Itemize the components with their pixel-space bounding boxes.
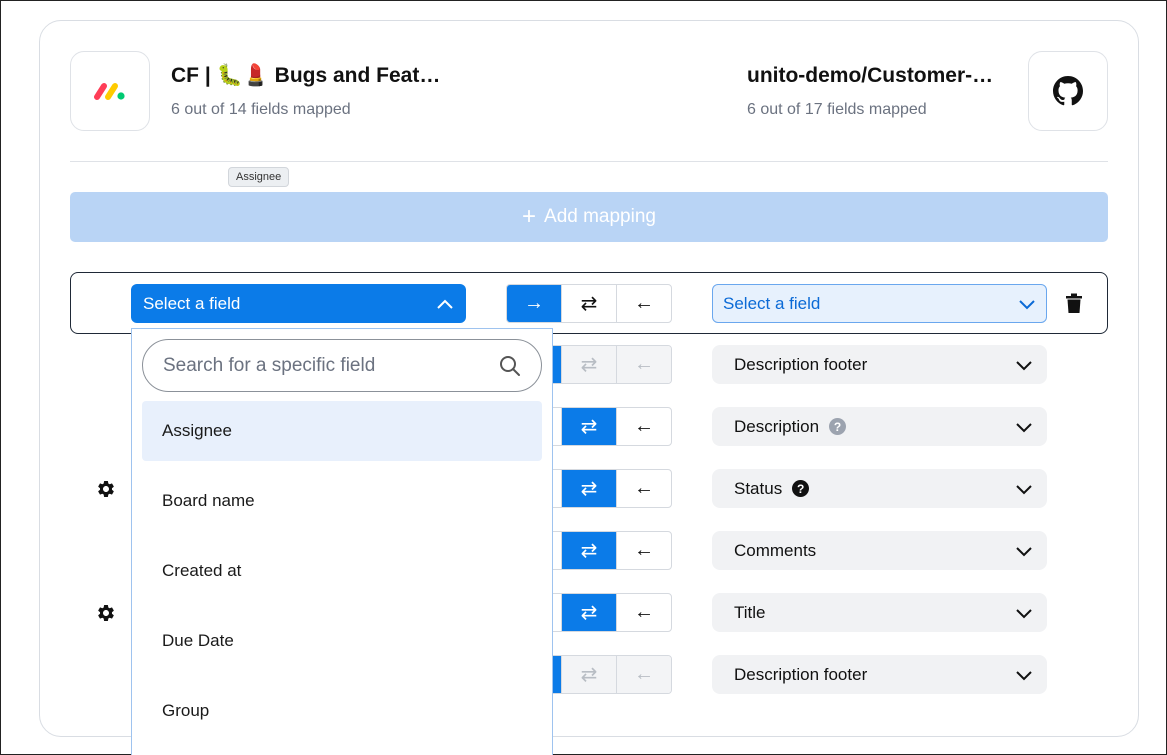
active-direction-toggle: → ⇄ ← xyxy=(506,284,672,323)
dropdown-option[interactable]: Created at xyxy=(142,541,542,601)
arrow-both-button[interactable]: ⇄ xyxy=(561,594,616,631)
arrow-left-button[interactable]: ← xyxy=(616,594,671,631)
right-field-select[interactable]: Comments xyxy=(712,531,1047,570)
right-field-label: Description xyxy=(734,416,820,436)
tooltip: Assignee xyxy=(228,167,290,187)
add-mapping-button[interactable]: + Add mapping xyxy=(70,192,1108,242)
arrow-both-button[interactable]: ⇄ xyxy=(561,532,616,569)
arrow-left-button[interactable]: ← xyxy=(616,285,671,322)
right-field-label: Status xyxy=(734,478,783,498)
search-box xyxy=(142,339,542,392)
left-field-select[interactable]: Select a field xyxy=(131,284,466,323)
right-field-select-label: Select a field xyxy=(723,293,821,313)
arrow-right-button[interactable]: → xyxy=(507,285,561,322)
dropdown-option[interactable]: Group xyxy=(142,681,542,741)
arrow-left-button[interactable]: ← xyxy=(616,656,671,693)
header-divider xyxy=(70,161,1108,162)
right-field-select[interactable]: Select a field xyxy=(712,284,1047,323)
search-input[interactable] xyxy=(163,354,483,377)
arrow-left-button[interactable]: ← xyxy=(616,532,671,569)
chevron-down-icon xyxy=(1016,546,1032,556)
left-service-title: CF | 🐛💄 Bugs and Feat… xyxy=(171,64,441,87)
chevron-down-icon xyxy=(1016,670,1032,680)
field-dropdown: Assignee Board name Created at Due Date … xyxy=(131,328,553,755)
arrow-both-button[interactable]: ⇄ xyxy=(561,346,616,383)
arrow-left-button[interactable]: ← xyxy=(616,408,671,445)
arrow-left-button[interactable]: ← xyxy=(616,346,671,383)
trash-icon[interactable] xyxy=(1063,292,1085,314)
right-field-label: Title xyxy=(734,602,766,622)
right-field-select[interactable]: Description footer xyxy=(712,655,1047,694)
arrow-both-button[interactable]: ⇄ xyxy=(561,285,616,322)
chevron-down-icon xyxy=(1016,360,1032,370)
help-icon[interactable]: ? xyxy=(792,480,810,497)
chevron-down-icon xyxy=(1016,422,1032,432)
search-icon xyxy=(500,355,520,376)
right-field-select[interactable]: Status? xyxy=(712,469,1047,508)
right-field-label: Comments xyxy=(734,540,817,560)
arrow-left-button[interactable]: ← xyxy=(616,470,671,507)
gear-icon[interactable] xyxy=(95,478,117,500)
help-icon[interactable]: ? xyxy=(829,418,847,435)
right-service-title: unito-demo/Customer-… xyxy=(747,64,994,87)
right-field-select[interactable]: Description footer xyxy=(712,345,1047,384)
arrow-both-button[interactable]: ⇄ xyxy=(561,470,616,507)
chevron-down-icon xyxy=(1019,299,1035,309)
gear-icon[interactable] xyxy=(95,602,117,624)
right-field-label: Description footer xyxy=(734,354,868,374)
right-field-label: Description footer xyxy=(734,664,868,684)
arrow-both-button[interactable]: ⇄ xyxy=(561,656,616,693)
right-field-select[interactable]: Title xyxy=(712,593,1047,632)
right-service-subtitle: 6 out of 17 fields mapped xyxy=(747,101,927,118)
github-logo-icon xyxy=(1028,51,1108,131)
monday-logo-icon xyxy=(70,51,150,131)
chevron-down-icon xyxy=(1016,608,1032,618)
arrow-both-button[interactable]: ⇄ xyxy=(561,408,616,445)
left-service-subtitle: 6 out of 14 fields mapped xyxy=(171,101,351,118)
right-field-select[interactable]: Description? xyxy=(712,407,1047,446)
add-mapping-label: Add mapping xyxy=(544,206,656,227)
chevron-up-icon xyxy=(437,299,453,309)
left-field-select-label: Select a field xyxy=(143,293,241,313)
chevron-down-icon xyxy=(1016,484,1032,494)
dropdown-option[interactable]: Due Date xyxy=(142,611,542,671)
dropdown-option[interactable]: Assignee xyxy=(142,401,542,461)
dropdown-option[interactable]: Board name xyxy=(142,471,542,531)
plus-icon: + xyxy=(522,203,537,230)
